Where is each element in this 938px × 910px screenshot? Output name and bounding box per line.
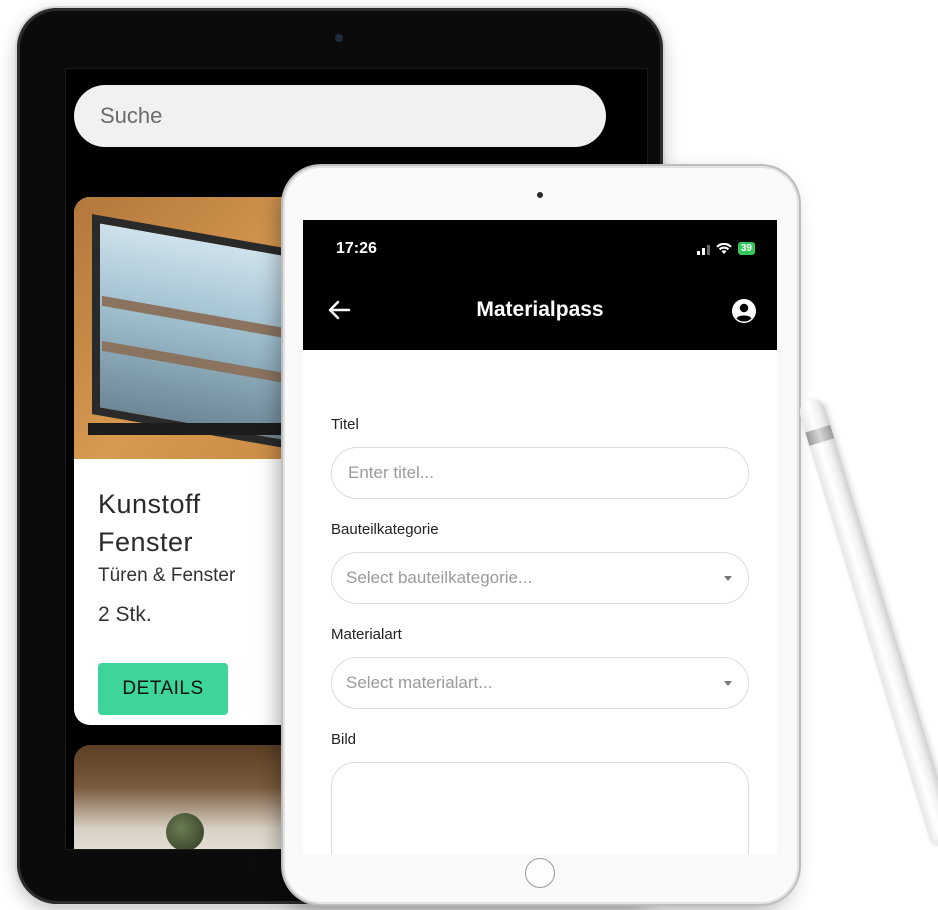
materialart-placeholder: Select materialart... bbox=[346, 673, 493, 692]
chevron-down-icon bbox=[724, 576, 732, 581]
card-body: Kunstoff Fenster Türen & Fenster 2 Stk. bbox=[98, 485, 298, 627]
wifi-icon bbox=[716, 242, 732, 254]
search-placeholder: Suche bbox=[100, 103, 163, 128]
titel-field[interactable] bbox=[331, 447, 749, 499]
bauteilkategorie-placeholder: Select bauteilkategorie... bbox=[346, 568, 533, 587]
bild-label: Bild bbox=[331, 731, 357, 748]
battery-icon: 39 bbox=[737, 242, 755, 255]
bauteilkategorie-label: Bauteilkategorie bbox=[331, 521, 439, 538]
camera-dot bbox=[537, 192, 543, 198]
materialart-label: Materialart bbox=[331, 626, 402, 643]
image-upload-area[interactable] bbox=[331, 762, 749, 854]
stylus-pencil bbox=[796, 396, 938, 881]
search-input[interactable]: Suche bbox=[74, 85, 606, 147]
status-time: 17:26 bbox=[336, 240, 377, 257]
app-header: 17:26 39 Materialpass bbox=[303, 220, 777, 350]
user-circle-icon[interactable] bbox=[731, 298, 757, 324]
details-button[interactable]: DETAILS bbox=[98, 663, 228, 715]
pencil-band bbox=[805, 424, 835, 446]
home-button[interactable] bbox=[525, 858, 555, 888]
status-icons: 39 bbox=[696, 242, 755, 255]
titel-input[interactable] bbox=[346, 462, 734, 484]
tablet-front-screen: 17:26 39 Materialpass Titel Enter titel.… bbox=[303, 220, 777, 854]
pencil-tip bbox=[934, 835, 938, 881]
card-title: Kunstoff Fenster bbox=[98, 489, 201, 557]
signal-icon bbox=[696, 243, 710, 255]
card-category: Türen & Fenster bbox=[98, 565, 236, 586]
card-quantity: 2 Stk. bbox=[98, 603, 152, 626]
page-title: Materialpass bbox=[476, 298, 604, 321]
tablet-front: 17:26 39 Materialpass Titel Enter titel.… bbox=[285, 168, 797, 902]
materialart-select[interactable]: Select materialart... bbox=[331, 657, 749, 709]
chevron-down-icon bbox=[724, 681, 732, 686]
materialpass-form: Titel Bauteilkategorie Select bauteilkat… bbox=[331, 416, 749, 854]
camera-dot bbox=[335, 34, 343, 42]
titel-label: Titel bbox=[331, 416, 359, 433]
bauteilkategorie-select[interactable]: Select bauteilkategorie... bbox=[331, 552, 749, 604]
plant-photo bbox=[166, 813, 204, 849]
